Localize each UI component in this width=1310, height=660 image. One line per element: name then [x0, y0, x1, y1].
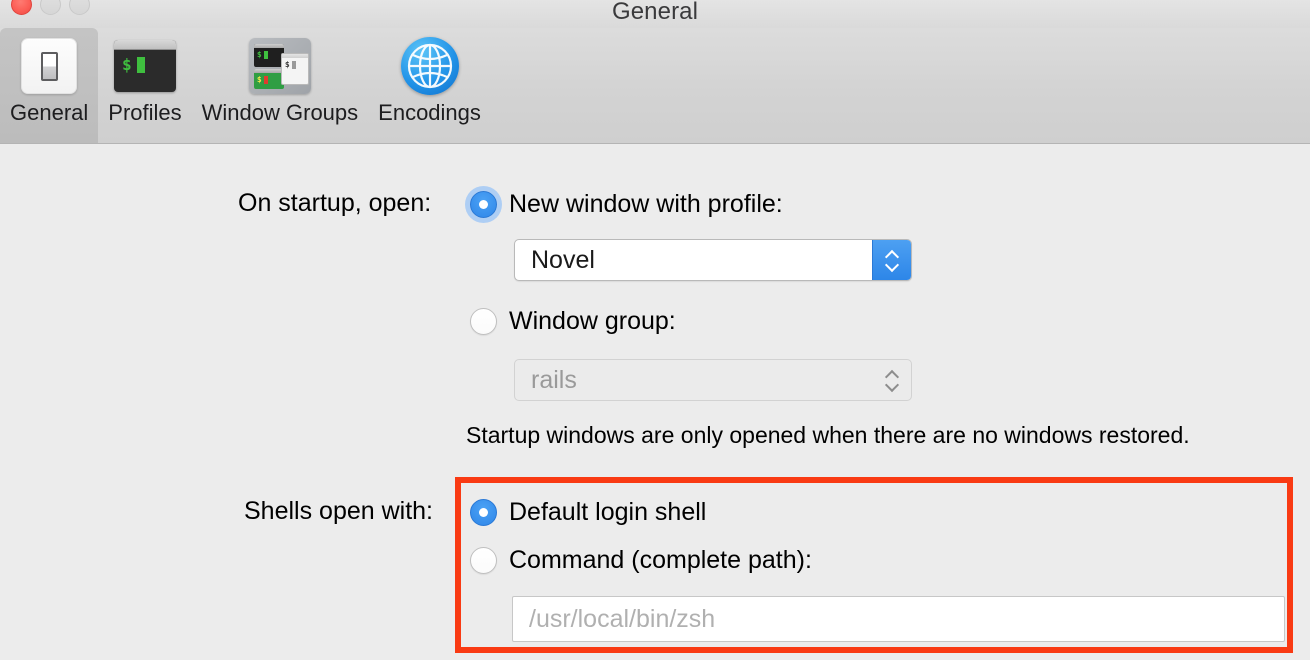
- window-groups-icon: $ $ $: [248, 36, 311, 96]
- tab-encodings[interactable]: Encodings: [368, 28, 491, 143]
- radio-new-window-with-profile[interactable]: New window with profile:: [470, 190, 783, 219]
- tab-profiles-label: Profiles: [108, 100, 182, 125]
- terminal-window-icon: $: [113, 36, 176, 96]
- startup-label: On startup, open:: [238, 189, 432, 217]
- tab-general-label: General: [10, 100, 89, 125]
- radio-window-group[interactable]: Window group:: [470, 307, 676, 336]
- window-group-combobox-stepper: [873, 360, 911, 400]
- general-pane: On startup, open: New window with profil…: [0, 144, 1310, 660]
- startup-label-row: On startup, open:: [238, 189, 431, 218]
- tab-window-groups[interactable]: $ $ $ Window Groups: [192, 28, 369, 143]
- tab-profiles[interactable]: $ Profiles: [98, 28, 191, 143]
- profile-combobox[interactable]: Novel: [514, 239, 912, 281]
- radio-window-group-label: Window group:: [509, 307, 676, 335]
- tab-general[interactable]: General: [0, 28, 99, 143]
- startup-hint-row: Startup windows are only opened when the…: [466, 422, 1190, 449]
- window-group-combobox-value: rails: [531, 365, 577, 394]
- shells-label: Shells open with:: [244, 497, 434, 525]
- startup-hint: Startup windows are only opened when the…: [466, 422, 1190, 448]
- tab-bar: General $ Profiles $ $ $ Window Groups E…: [0, 28, 491, 143]
- dollar-glyph: $: [121, 55, 132, 74]
- preferences-window: General General $ Profiles $ $ $ Window …: [0, 0, 1310, 660]
- radio-default-login-shell-indicator[interactable]: [470, 499, 497, 526]
- radio-command-path-indicator[interactable]: [470, 547, 497, 574]
- tab-window-groups-label: Window Groups: [201, 100, 359, 125]
- window-title: General: [611, 0, 699, 25]
- radio-new-window-indicator[interactable]: [470, 191, 497, 218]
- light-switch-icon: [21, 36, 78, 96]
- window-group-combobox: rails: [514, 359, 912, 401]
- profile-combobox-stepper[interactable]: [872, 240, 911, 280]
- chevron-down-icon: [886, 381, 899, 389]
- command-path-input[interactable]: /usr/local/bin/zsh: [512, 596, 1285, 642]
- radio-new-window-label: New window with profile:: [509, 190, 783, 218]
- radio-command-path-label: Command (complete path):: [509, 546, 812, 574]
- globe-icon: [400, 36, 459, 96]
- radio-default-login-shell[interactable]: Default login shell: [470, 498, 706, 527]
- profile-combobox-value: Novel: [531, 245, 595, 274]
- tab-encodings-label: Encodings: [378, 100, 481, 125]
- radio-window-group-indicator[interactable]: [470, 308, 497, 335]
- chevron-down-icon: [886, 261, 899, 269]
- toolbar: General $ Profiles $ $ $ Window Groups E…: [0, 28, 1310, 144]
- radio-command-path[interactable]: Command (complete path):: [470, 546, 812, 575]
- radio-default-login-shell-label: Default login shell: [509, 498, 707, 526]
- shells-label-row: Shells open with:: [244, 497, 433, 526]
